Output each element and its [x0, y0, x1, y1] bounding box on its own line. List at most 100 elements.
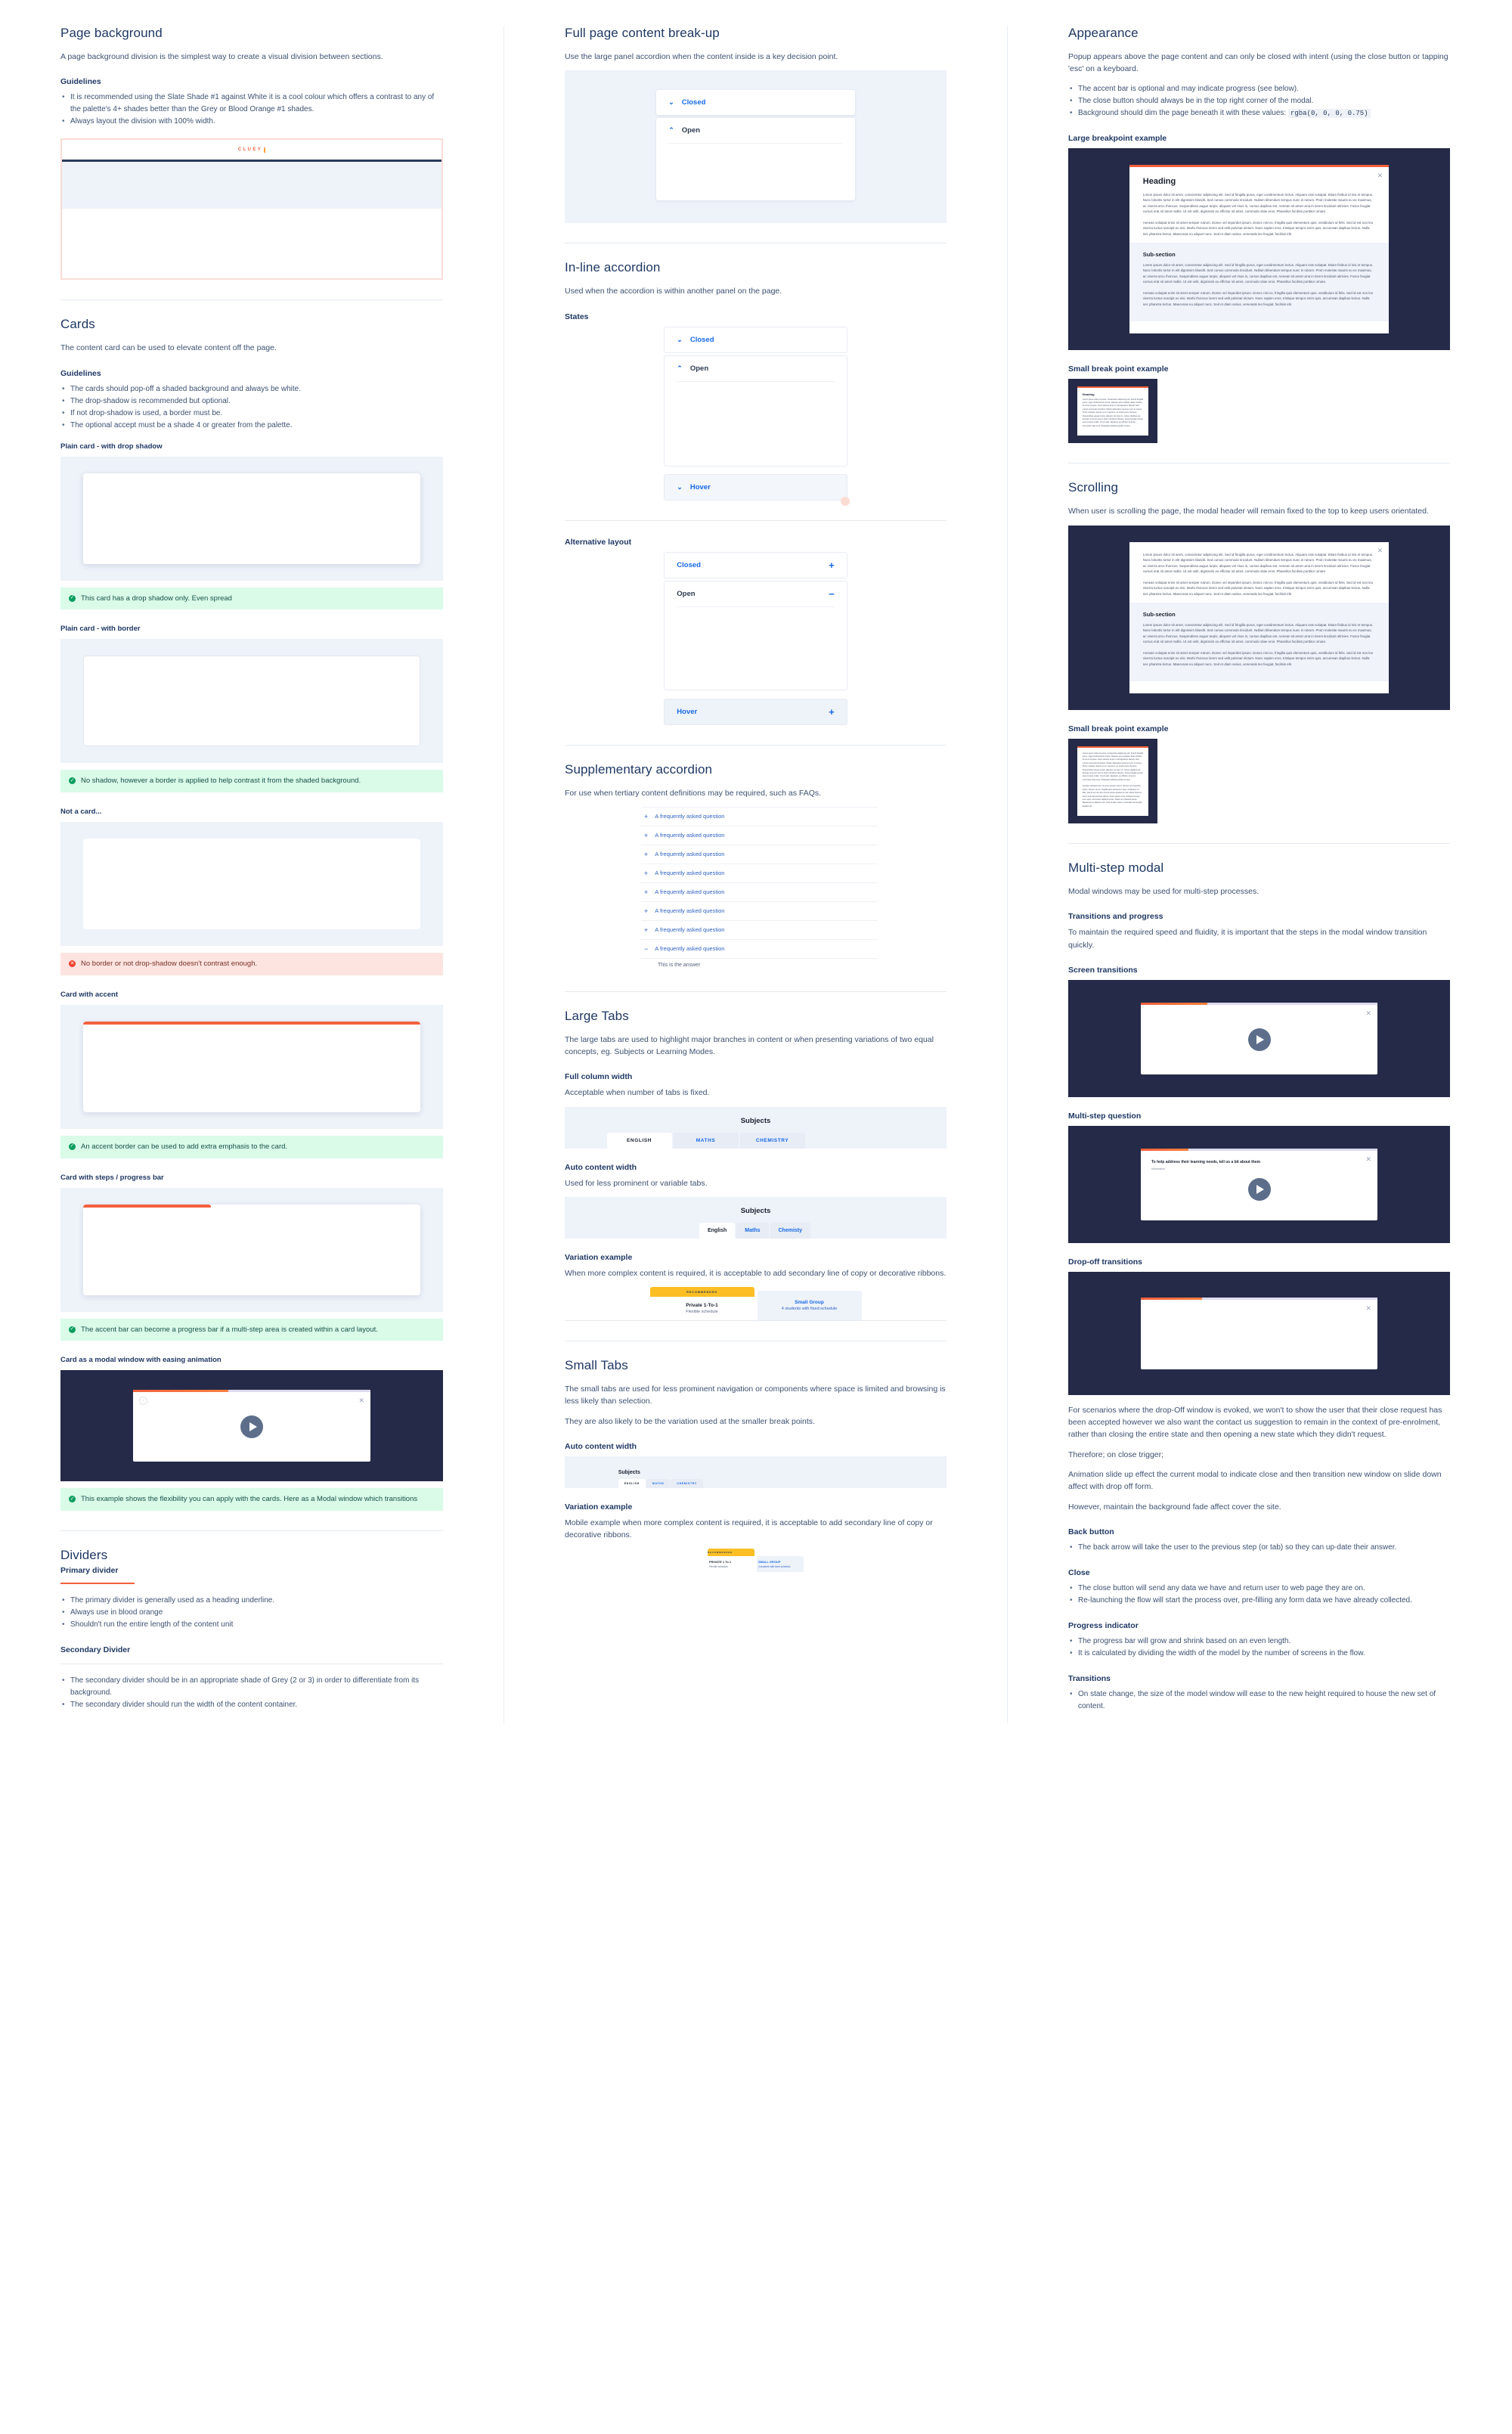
- faq-row[interactable]: + A frequently asked question: [641, 806, 878, 826]
- faq-row[interactable]: + A frequently asked question: [641, 845, 878, 864]
- accordion-item-open[interactable]: ⌃ Open: [656, 118, 855, 201]
- tab-maths[interactable]: Maths: [736, 1222, 769, 1239]
- back-arrow-icon[interactable]: ‹: [139, 1397, 148, 1406]
- modal-heading: Heading: [1082, 392, 1095, 396]
- dropoff-paragraph-1: For scenarios where the drop-Off window …: [1068, 1405, 1442, 1440]
- modal-paragraph: Aenean volutpat enim sit amet semper rut…: [1082, 785, 1142, 808]
- tab-chemistry[interactable]: CHEMISTRY: [739, 1132, 805, 1149]
- faq-row[interactable]: + A frequently asked question: [641, 902, 878, 921]
- inline-accordion-lead: Used when the accordion is within anothe…: [565, 287, 782, 296]
- modal-paragraph: Aenean volutpat enim sit amet semper rut…: [1142, 290, 1374, 307]
- card-note: ✓ This example shows the flexibility you…: [60, 1488, 443, 1512]
- page-background-demo: CLUEY: [60, 138, 443, 281]
- accordion-item-closed[interactable]: ⌄ Closed: [656, 90, 855, 116]
- variation-card-private[interactable]: RECOMMENDED Private 1-To-1 Flexible sche…: [649, 1287, 754, 1321]
- accordion-header[interactable]: ⌃ Open: [665, 356, 846, 381]
- accent-bar: [83, 1021, 420, 1025]
- close-icon[interactable]: ✕: [1366, 1009, 1372, 1018]
- tab-maths[interactable]: MATHS: [673, 1132, 739, 1149]
- small-breakpoint-title: Small break point example: [1068, 364, 1169, 374]
- tab-maths[interactable]: MATHS: [646, 1478, 671, 1488]
- faq-row[interactable]: + A frequently asked question: [641, 826, 878, 845]
- accordion-header[interactable]: ⌄ Closed: [665, 327, 846, 352]
- close-icon[interactable]: ✕: [358, 1397, 364, 1405]
- inline-accordion-hover[interactable]: ⌄ Hover: [664, 473, 850, 506]
- small-tabs-stage: Subjects ENGLISH MATHS CHEMISTRY: [565, 1456, 947, 1488]
- accordion-header[interactable]: Closed +: [665, 553, 846, 578]
- close-icon[interactable]: ✕: [1377, 547, 1383, 555]
- tab-english[interactable]: ENGLISH: [606, 1132, 672, 1149]
- logo-bar-icon: [264, 147, 266, 153]
- faq-row-expanded[interactable]: − A frequently asked question: [641, 940, 878, 959]
- card-with-accent: [83, 1021, 420, 1112]
- accordion-header[interactable]: Open −: [665, 581, 846, 606]
- variation-card-sub: Flexible schedule: [686, 1310, 718, 1315]
- tabs-panel-title: Subjects: [740, 1206, 771, 1215]
- play-icon[interactable]: [1247, 1178, 1271, 1201]
- card-example-title: Card with accent: [60, 990, 119, 999]
- transitions-progress-title: Transitions and progress: [1068, 912, 1163, 922]
- variation-card-body: SMALL GROUP 4 students with fixed schedu…: [757, 1556, 804, 1573]
- play-icon[interactable]: [240, 1415, 263, 1439]
- column-accordions-tabs: Full page content break-up Use the large…: [503, 26, 1007, 1723]
- variation-card-group[interactable]: SMALL GROUP 4 students with fixed schedu…: [757, 1556, 804, 1573]
- tabs-panel-title: Subjects: [740, 1116, 771, 1125]
- small-tabs-lead-1: The small tabs are used for less promine…: [565, 1384, 946, 1406]
- large-breakpoint-stage: ✕ Heading Lorem ipsum dolor sit amet, co…: [1068, 147, 1450, 350]
- alt-accordion-closed[interactable]: Closed +: [664, 551, 847, 578]
- modal-paragraph: Lorem ipsum dolor sit amet, consectetur …: [1142, 552, 1374, 574]
- card-demo-stage: [60, 1187, 443, 1312]
- accordion-label: Hover: [677, 707, 698, 716]
- inline-accordion-open[interactable]: ⌃ Open: [664, 355, 847, 467]
- faq-row[interactable]: + A frequently asked question: [641, 921, 878, 940]
- accordion-header[interactable]: ⌃ Open: [656, 118, 855, 143]
- section-divider: [565, 519, 947, 521]
- section-divider: [565, 991, 947, 992]
- page-title-multi-step-modal: Multi-step modal: [1068, 860, 1164, 876]
- plus-icon: +: [644, 812, 649, 820]
- tab-chemistry[interactable]: Chemisty: [770, 1222, 811, 1239]
- variation-card-private[interactable]: RECOMMENDED PRIVATE 1 To 1 Flexible sche…: [708, 1549, 754, 1573]
- variation-card-group[interactable]: Small Group 4 students with fixed schedu…: [757, 1291, 862, 1321]
- close-icon[interactable]: ✕: [1366, 1155, 1372, 1164]
- modal-paragraph: Aenean volutpat enim sit amet semper rut…: [1142, 220, 1374, 236]
- close-icon[interactable]: ✕: [1366, 1304, 1372, 1313]
- list-item: The close button will send any data we h…: [1068, 1583, 1450, 1595]
- modal-subsection-heading: Sub-section: [1142, 610, 1176, 618]
- faq-row[interactable]: + A frequently asked question: [641, 883, 878, 902]
- faq-question: A frequently asked question: [655, 926, 725, 934]
- alt-accordion-open[interactable]: Open −: [664, 580, 847, 690]
- tab-english[interactable]: ENGLISH: [618, 1478, 646, 1488]
- check-icon: ✓: [69, 777, 76, 785]
- accordion-header[interactable]: Hover +: [665, 699, 846, 724]
- card-demo-stage: [60, 822, 443, 947]
- faq-row[interactable]: + A frequently asked question: [641, 864, 878, 883]
- inline-accordion-closed[interactable]: ⌄ Closed: [664, 326, 847, 353]
- close-icon[interactable]: ✕: [1377, 172, 1383, 180]
- accordion-header[interactable]: ⌄ Closed: [656, 90, 855, 115]
- list-item: On state change, the size of the model w…: [1068, 1688, 1450, 1713]
- modal-paragraph: Aenean volutpat enim sit amet semper rut…: [1142, 580, 1374, 597]
- list-item: Background should dim the page beneath i…: [1068, 107, 1450, 119]
- check-icon: ✓: [69, 1496, 76, 1503]
- cards-guidelines: The cards should pop-off a shaded backgr…: [60, 383, 443, 432]
- tab-chemistry[interactable]: CHEMISTRY: [671, 1478, 703, 1488]
- small-variation-lead: Mobile example when more complex content…: [565, 1518, 933, 1540]
- play-icon[interactable]: [1247, 1028, 1271, 1051]
- check-icon: ✓: [69, 1143, 76, 1150]
- plus-icon: +: [644, 831, 649, 839]
- accordion-header[interactable]: ⌄ Hover: [665, 475, 846, 500]
- primary-divider-points: The primary divider is generally used as…: [60, 1595, 443, 1631]
- card-note-text: An accent border can be used to add extr…: [81, 1142, 288, 1151]
- plus-icon: +: [829, 559, 835, 571]
- modal-window-small: Heading Lorem ipsum dolor sit amet, cons…: [1077, 386, 1149, 436]
- card-note: ✓ This card has a drop shadow only. Even…: [60, 587, 443, 610]
- modal-card: ‹ ✕: [133, 1390, 370, 1462]
- dropoff-paragraph-4: However, maintain the background fade af…: [1068, 1502, 1281, 1512]
- tab-english[interactable]: English: [699, 1222, 736, 1239]
- modal-paragraph: Lorem ipsum dolor sit amet, consectetur …: [1082, 398, 1143, 427]
- page-title-cards: Cards: [60, 317, 95, 332]
- accordion-label: Open: [681, 126, 701, 135]
- large-tabs-full-stage: Subjects ENGLISH MATHS CHEMISTRY: [565, 1106, 947, 1149]
- alt-accordion-hover[interactable]: Hover +: [664, 698, 847, 725]
